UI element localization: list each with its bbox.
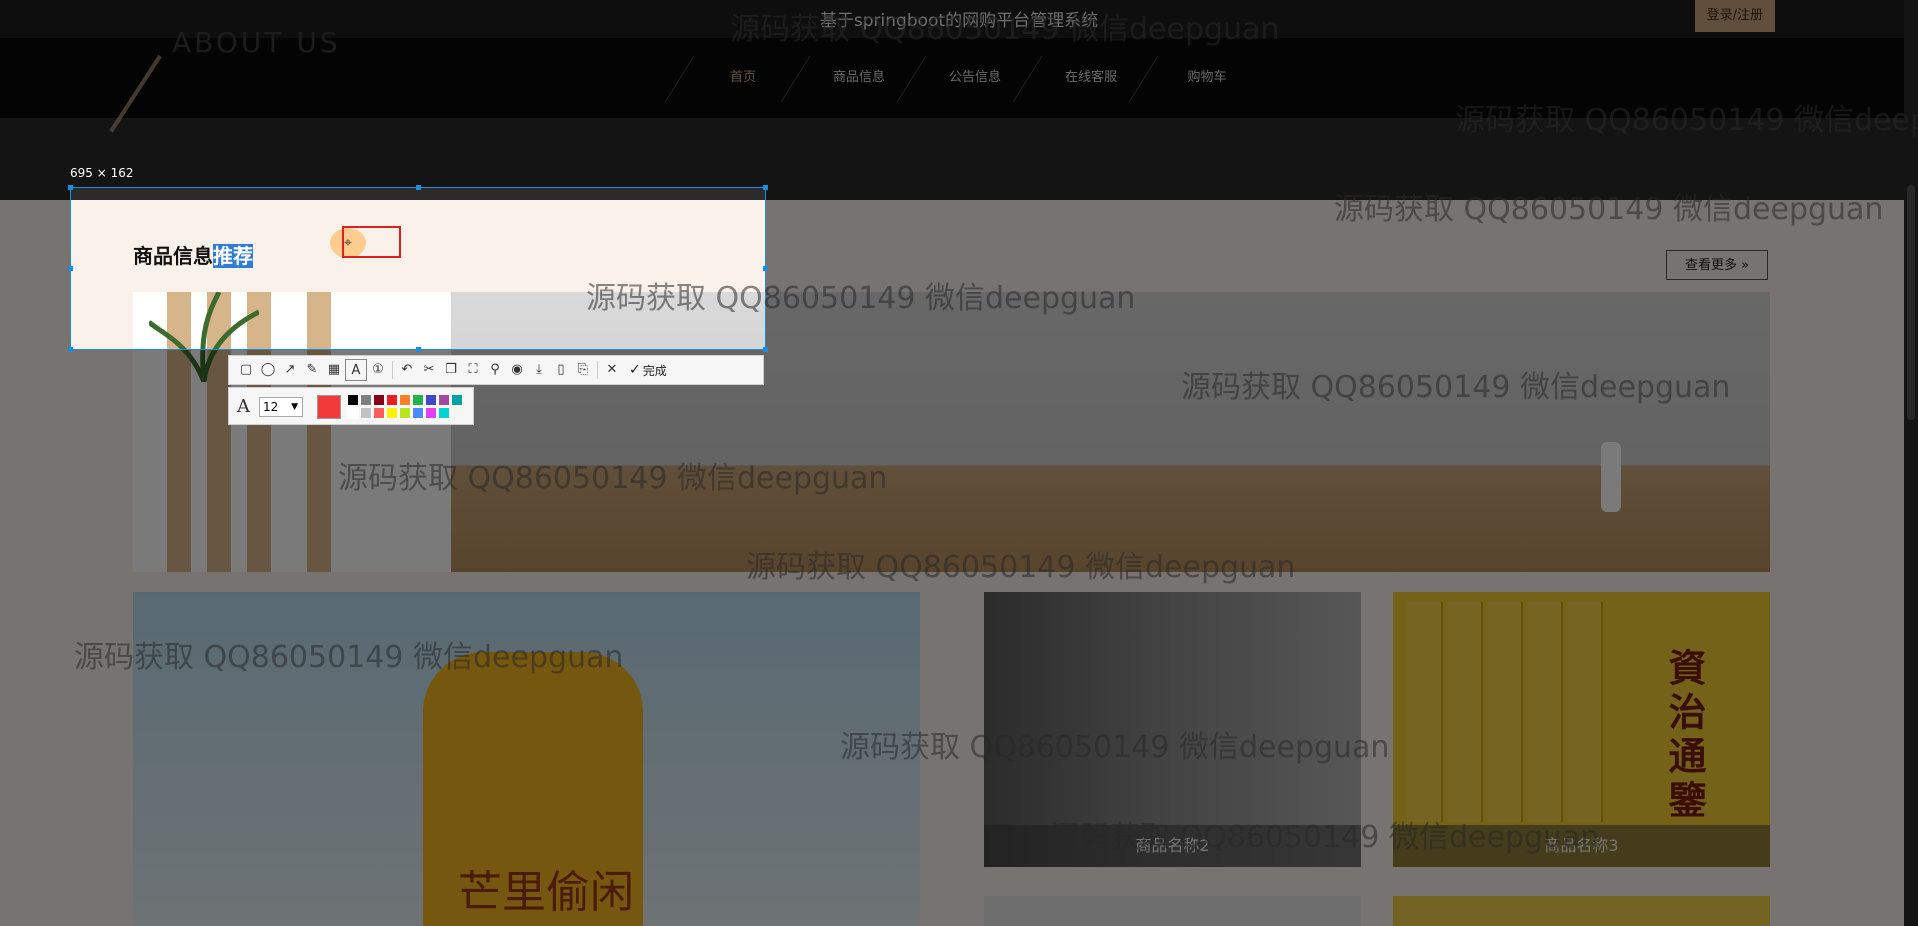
flower-vase [1601,442,1621,512]
selection-size-label: 695 × 162 [70,166,134,180]
done-label: 完成 [642,363,667,378]
watermark-text: 源码获取 QQ86050149 微信deepguan [1181,370,1731,405]
product-card-4[interactable] [984,896,1361,926]
toolbar-divider [597,361,598,379]
color-swatch[interactable] [373,394,385,406]
color-swatch[interactable] [425,394,437,406]
color-swatch[interactable] [438,407,450,419]
watermark-text: 源码获取 QQ86050149 微信deepguan [74,640,624,675]
watermark-text: 源码获取 QQ86050149 微信deepguan [1050,820,1600,855]
color-swatch[interactable] [360,407,372,419]
text-icon[interactable]: A [345,359,367,381]
selection-box[interactable] [68,185,768,352]
watermark-text: 源码获取 QQ86050149 微信deepguan [730,12,1280,47]
bottle-label: 芒里偷闲 [458,867,634,918]
download-icon[interactable]: ⤓ [528,359,550,381]
close-icon[interactable]: ✕ [601,359,623,381]
color-swatch[interactable] [399,394,411,406]
color-swatch[interactable] [399,407,411,419]
color-swatch[interactable] [425,407,437,419]
watermark-text: 源码获取 QQ86050149 微信deepguan [338,461,888,496]
mosaic-icon[interactable]: ▦ [323,359,345,381]
resize-handle[interactable] [68,266,73,271]
resize-handle[interactable] [416,347,421,352]
done-button[interactable]: ✓ 完成 [629,362,667,379]
crosshair-icon: ⌖ [344,235,352,251]
color-swatch[interactable] [412,407,424,419]
arrow-icon[interactable]: ↗ [279,359,301,381]
watermark-text: 源码获取 QQ86050149 微信deepguan [586,281,1136,316]
record-icon[interactable]: ◉ [506,359,528,381]
nav-item-online-service[interactable]: 在线客服 [1033,38,1149,118]
color-swatch[interactable] [438,394,450,406]
font-size-value: 12 [263,400,279,414]
color-swatch[interactable] [386,407,398,419]
resize-handle[interactable] [763,185,768,190]
resize-handle[interactable] [763,347,768,352]
watermark-text: 源码获取 QQ86050149 微信deepguan [1334,192,1884,227]
color-swatch[interactable] [373,407,385,419]
product-card-5[interactable] [1393,896,1770,926]
resize-handle[interactable] [416,185,421,190]
book-spine [1407,602,1443,822]
bookmark-icon[interactable]: ⎘ [572,359,594,381]
resize-handle[interactable] [68,185,73,190]
toolbar-divider [392,361,393,379]
resize-handle[interactable] [763,266,768,271]
color-swatch[interactable] [386,394,398,406]
undo-icon[interactable]: ↶ [396,359,418,381]
about-us-text: ABOUT US [172,26,341,59]
color-swatch[interactable] [412,394,424,406]
view-more-button[interactable]: 查看更多 » [1666,250,1768,280]
color-swatch[interactable] [451,394,463,406]
color-swatch[interactable] [360,394,372,406]
nav-item-notices[interactable]: 公告信息 [917,38,1033,118]
long-screenshot-icon[interactable]: ▯ [550,359,572,381]
current-color-swatch[interactable] [317,395,341,419]
book-spine [1487,602,1523,822]
rectangle-icon[interactable]: ▢ [235,359,257,381]
copy-icon[interactable]: ❐ [440,359,462,381]
pen-icon[interactable]: ✎ [301,359,323,381]
nav-item-products[interactable]: 商品信息 [801,38,917,118]
annotation-toolbar: ▢ ◯ ↗ ✎ ▦ A ① ↶ ✂ ❐ ⛶ ⚲ ◉ ⤓ ▯ ⎘ ✕ ✓ 完成 [228,355,764,385]
ellipse-icon[interactable]: ◯ [257,359,279,381]
watermark-text: 源码获取 QQ86050149 微信deepguan [840,730,1390,765]
chevron-down-icon: ▼ [291,402,298,412]
color-swatch[interactable] [347,394,359,406]
nav-item-home[interactable]: 首页 [685,38,801,118]
login-register-button[interactable]: 登录/注册 [1694,0,1775,32]
nav-item-cart[interactable]: 购物车 [1149,38,1265,118]
number-marker-icon[interactable]: ① [367,359,389,381]
book-spine [1447,602,1483,822]
scissors-icon[interactable]: ✂ [418,359,440,381]
check-icon: ✓ [629,362,641,378]
watermark-text: 源码获取 QQ86050149 微信deepguan [746,550,1296,585]
book-spine [1567,602,1603,822]
scrollbar-thumb[interactable] [1907,185,1915,420]
font-icon: A [237,396,250,417]
book-title: 資治通鑒 [1662,648,1707,824]
resize-handle[interactable] [68,347,73,352]
watermark-text: 源码获取 QQ86050149 微信deepguan [1455,103,1918,138]
fullscreen-icon[interactable]: ⛶ [462,359,484,381]
font-size-select[interactable]: 12 ▼ [259,397,303,417]
book-spine [1527,602,1563,822]
pin-icon[interactable]: ⚲ [484,359,506,381]
text-properties-panel: A 12 ▼ [228,387,474,425]
color-swatch[interactable] [347,407,359,419]
